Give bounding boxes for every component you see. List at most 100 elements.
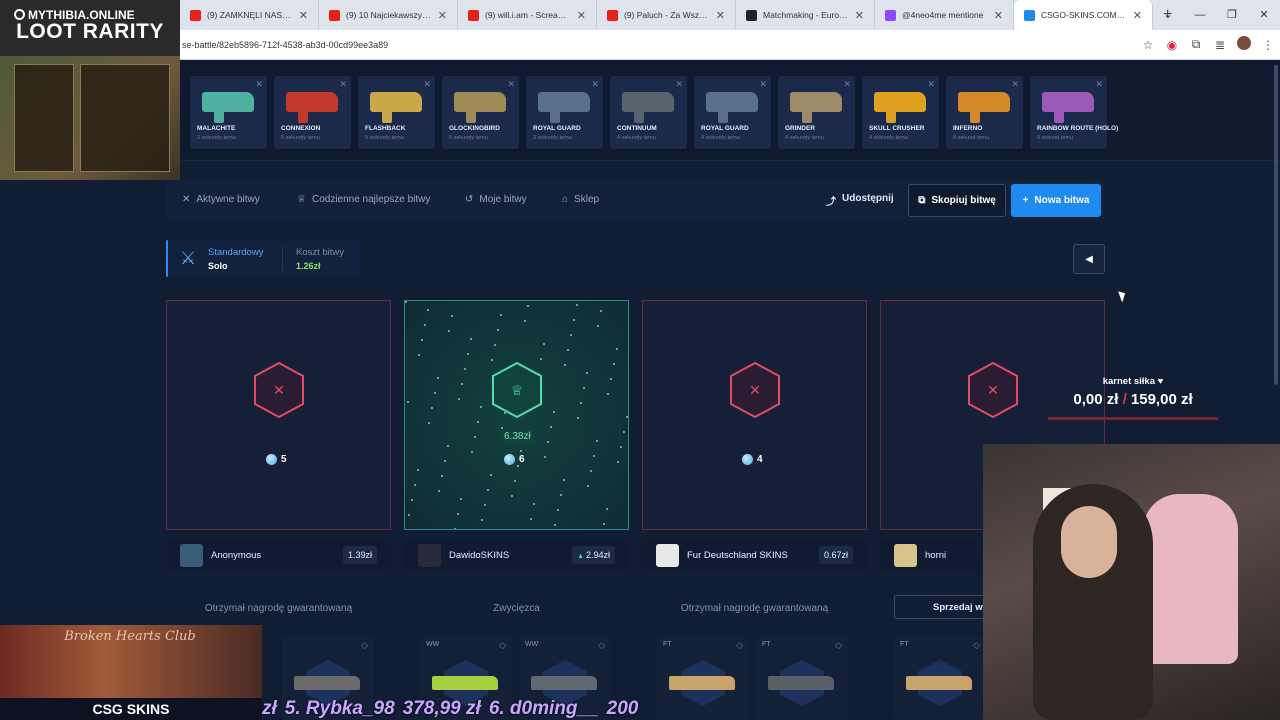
- quality-badge: WW: [525, 641, 539, 648]
- tab-favicon-icon: [190, 9, 201, 21]
- case-item-card[interactable]: ✕ CONTINUUM 4 sekundy temu: [610, 76, 687, 149]
- tab-close-icon[interactable]: ✕: [1133, 9, 1142, 22]
- browser-tab[interactable]: @4neo4me mentione ✕: [875, 0, 1014, 30]
- maximize-icon[interactable]: ❐: [1216, 0, 1248, 30]
- minimize-icon[interactable]: —: [1184, 0, 1216, 30]
- share-button[interactable]: ⤴ Udostępnij: [826, 193, 894, 208]
- copy-battle-button[interactable]: ⧉ Skopiuj bitwę: [908, 184, 1006, 217]
- case-item-card[interactable]: ✕ ROYAL GUARD 3 sekundy temu: [526, 76, 603, 149]
- extensions-icon[interactable]: ⧉: [1184, 37, 1208, 52]
- caret-left-icon: ◀: [1085, 253, 1093, 265]
- result-label: Zwycięzca: [493, 603, 540, 614]
- weapon-image: [874, 92, 926, 123]
- donation-ticker: zł 5. Rybka_98 378,99 zł 6. d0ming__ 200: [262, 697, 642, 720]
- page-scrollbar[interactable]: [1272, 61, 1280, 385]
- player-name: DawidoSKINS: [449, 550, 510, 561]
- tab-close-icon[interactable]: ✕: [299, 9, 308, 22]
- nav-my-battles[interactable]: ↺ Moje bitwy: [465, 194, 527, 205]
- case-item-card[interactable]: ✕ ROYAL GUARD 4 sekundy temu: [694, 76, 771, 149]
- tab-close-icon[interactable]: ✕: [716, 9, 725, 22]
- browser-menu-icon[interactable]: ⋮: [1256, 38, 1280, 52]
- case-item-card[interactable]: ✕ CONNEXION 5 sekundy temu: [274, 76, 351, 149]
- recent-drops-strip: ✕ MALACHITE 2 sekundy temu ✕ CONNEXION 5 …: [180, 61, 1280, 161]
- browser-tab[interactable]: (9) ZAMKNĘLI NAS W AU ✕: [180, 0, 319, 30]
- browser-tab[interactable]: CSGO-SKINS.COM - Najle ✕: [1014, 0, 1153, 30]
- case-item-card[interactable]: ✕ FLASHBACK 5 sekundy temu: [358, 76, 435, 149]
- window-dropdown-icon[interactable]: ⌄: [1152, 0, 1184, 30]
- player-row[interactable]: DawidoSKINS 2.94zł: [404, 540, 629, 571]
- browser-tab[interactable]: (9) 10 Najciekawszych Ne ✕: [319, 0, 458, 30]
- remove-icon[interactable]: ✕: [339, 79, 347, 90]
- weapon-image: [669, 676, 735, 690]
- new-battle-button[interactable]: + Nowa bitwa: [1011, 184, 1101, 217]
- close-window-icon[interactable]: ✕: [1248, 0, 1280, 30]
- weapon-image: [286, 92, 338, 123]
- case-item-card[interactable]: ✕ GRINDER 4 sekundy temu: [778, 76, 855, 149]
- weapon-image: [706, 92, 758, 123]
- extension-shield-icon[interactable]: ◉: [1160, 38, 1184, 52]
- loss-hex-icon: ✕: [729, 361, 781, 419]
- tab-title: CSGO-SKINS.COM - Najle: [1041, 10, 1127, 20]
- nav-daily-best[interactable]: ♕ Codzienne najlepsze bitwy: [297, 194, 430, 205]
- bookmark-star-icon[interactable]: ☆: [1136, 38, 1160, 52]
- shield-check-icon: ◇: [835, 640, 842, 650]
- tab-close-icon[interactable]: ✕: [994, 9, 1003, 22]
- weapon-image: [958, 92, 1010, 123]
- case-item-card[interactable]: ✕ MALACHITE 2 sekundy temu: [190, 76, 267, 149]
- address-bar: se-battle/82eb5896-712f-4538-ab3d-00cd99…: [180, 30, 1280, 60]
- item-time: 5 sekundy temu: [365, 135, 404, 141]
- tab-title: @4neo4me mentione: [902, 10, 984, 20]
- nav-shop[interactable]: ⌂ Sklep: [562, 194, 599, 205]
- result-label: Otrzymał nagrodę gwarantowaną: [204, 603, 353, 614]
- remove-icon[interactable]: ✕: [507, 79, 515, 90]
- collapse-button[interactable]: ◀: [1073, 244, 1105, 274]
- browser-tab[interactable]: Matchmaking - Europe Si ✕: [736, 0, 875, 30]
- drop-item[interactable]: FT ◇: [894, 636, 986, 720]
- player-row[interactable]: Fur Deutschland SKINS 0.67zł: [642, 540, 867, 571]
- player-row[interactable]: Anonymous 1.39zł: [166, 540, 391, 571]
- tab-close-icon[interactable]: ✕: [855, 9, 864, 22]
- streamer-face: [1061, 506, 1117, 578]
- site-logo: CSG SKINS: [0, 698, 262, 720]
- browser-tab[interactable]: (9) will.i.am - Scream & Sh ✕: [458, 0, 597, 30]
- remove-icon[interactable]: ✕: [1011, 79, 1019, 90]
- mode-label: Standardowy: [208, 247, 264, 258]
- case-item-card[interactable]: ✕ GLOCKINGBIRD 5 sekundy temu: [442, 76, 519, 149]
- remove-icon[interactable]: ✕: [843, 79, 851, 90]
- shield-check-icon: ◇: [598, 640, 605, 650]
- playlist-icon[interactable]: ≣: [1208, 38, 1232, 52]
- case-item-card[interactable]: ✕ SKULL CRUSHER 4 sekundy temu: [862, 76, 939, 149]
- remove-icon[interactable]: ✕: [759, 79, 767, 90]
- tab-close-icon[interactable]: ✕: [438, 9, 447, 22]
- tab-title: (9) will.i.am - Scream & Sh: [485, 10, 571, 20]
- weapon-image: [906, 676, 972, 690]
- drop-item[interactable]: FT ◇: [657, 636, 749, 720]
- remove-icon[interactable]: ✕: [255, 79, 263, 90]
- loot-panel-right: [80, 64, 170, 172]
- browser-tab[interactable]: (9) Paluch - Za Wszyst ✕: [597, 0, 736, 30]
- remove-icon[interactable]: ✕: [1095, 79, 1103, 90]
- item-name: ROYAL GUARD: [533, 125, 581, 132]
- drop-item[interactable]: FT ◇: [756, 636, 848, 720]
- stream-promo-overlay: Broken Hearts Club CSG SKINS: [0, 625, 262, 720]
- cost-value: 1.26zł: [296, 261, 321, 271]
- tab-close-icon[interactable]: ✕: [577, 9, 586, 22]
- plus-icon: +: [1022, 195, 1029, 206]
- profile-avatar[interactable]: [1232, 36, 1256, 53]
- remove-icon[interactable]: ✕: [927, 79, 935, 90]
- url-field[interactable]: se-battle/82eb5896-712f-4538-ab3d-00cd99…: [180, 40, 1136, 50]
- case-item-card[interactable]: ✕ INFERNO 8 sekund temu: [946, 76, 1023, 149]
- weapon-image: [538, 92, 590, 123]
- window-controls: ⌄ — ❐ ✕: [1152, 0, 1280, 30]
- weapon-image: [370, 92, 422, 123]
- case-item-card[interactable]: ✕ RAINBOW ROUTE (HOLO) 9 sekund temu: [1030, 76, 1118, 149]
- nav-active-battles[interactable]: ✕ Aktywne bitwy: [182, 194, 260, 205]
- result-label: Otrzymał nagrodę gwarantowaną: [680, 603, 829, 614]
- remove-icon[interactable]: ✕: [675, 79, 683, 90]
- tab-favicon-icon: [746, 9, 757, 21]
- gem-count: 6: [504, 454, 525, 465]
- player-amount: 2.94zł: [572, 546, 615, 564]
- remove-icon[interactable]: ✕: [423, 79, 431, 90]
- player-amount: 0.67zł: [818, 546, 853, 564]
- remove-icon[interactable]: ✕: [591, 79, 599, 90]
